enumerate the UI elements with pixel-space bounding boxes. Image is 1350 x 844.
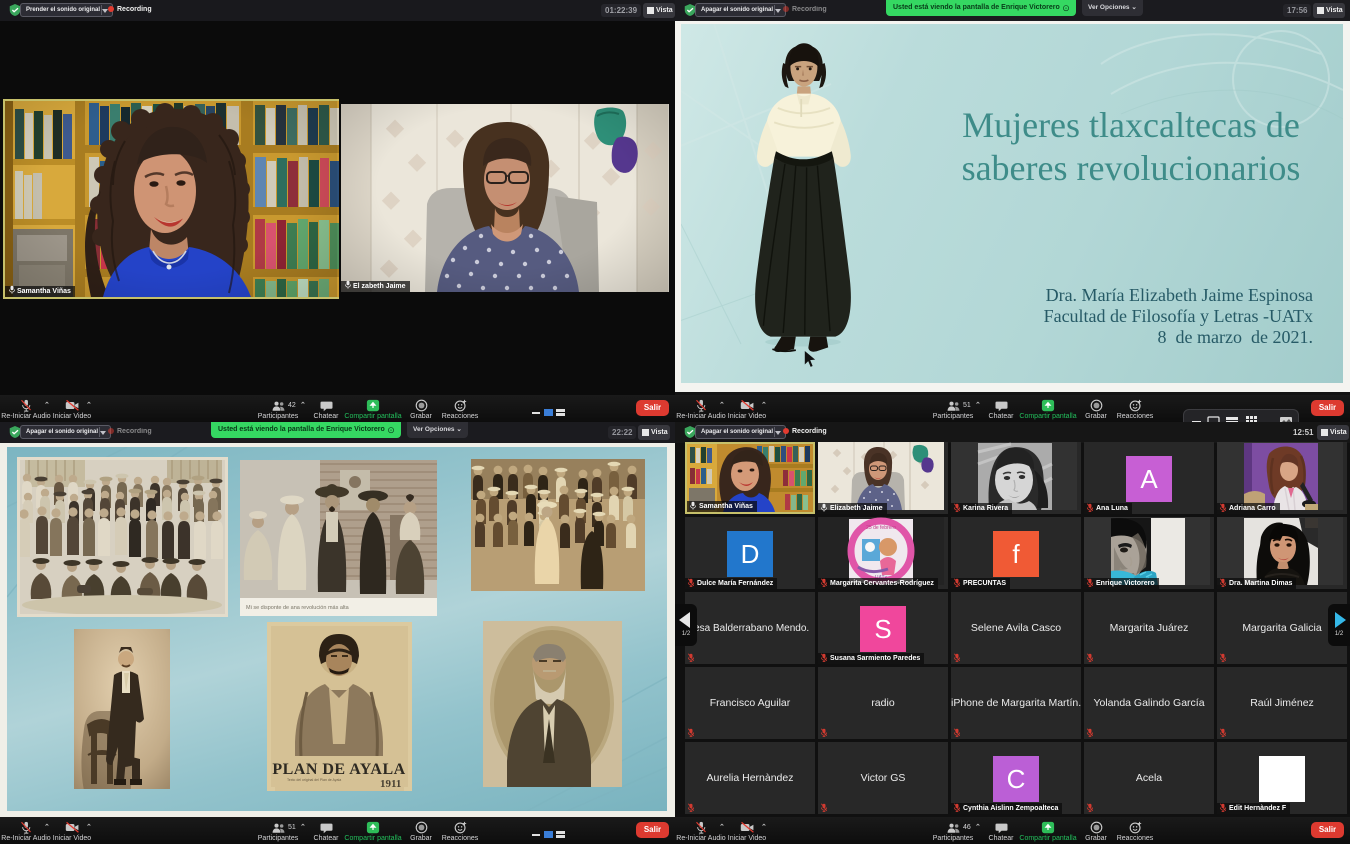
svg-text:1911: 1911 [380,778,401,790]
svg-text:Texto del original del Plan de: Texto del original del Plan de Ayala [287,778,341,782]
svg-text:25 de febrero: 25 de febrero [866,525,896,531]
svg-text:Mi se disponte de ana revoluc: Mi se disponte de ana revolución más alt… [246,605,350,611]
svg-text:PLAN DE AYALA: PLAN DE AYALA [272,761,405,778]
